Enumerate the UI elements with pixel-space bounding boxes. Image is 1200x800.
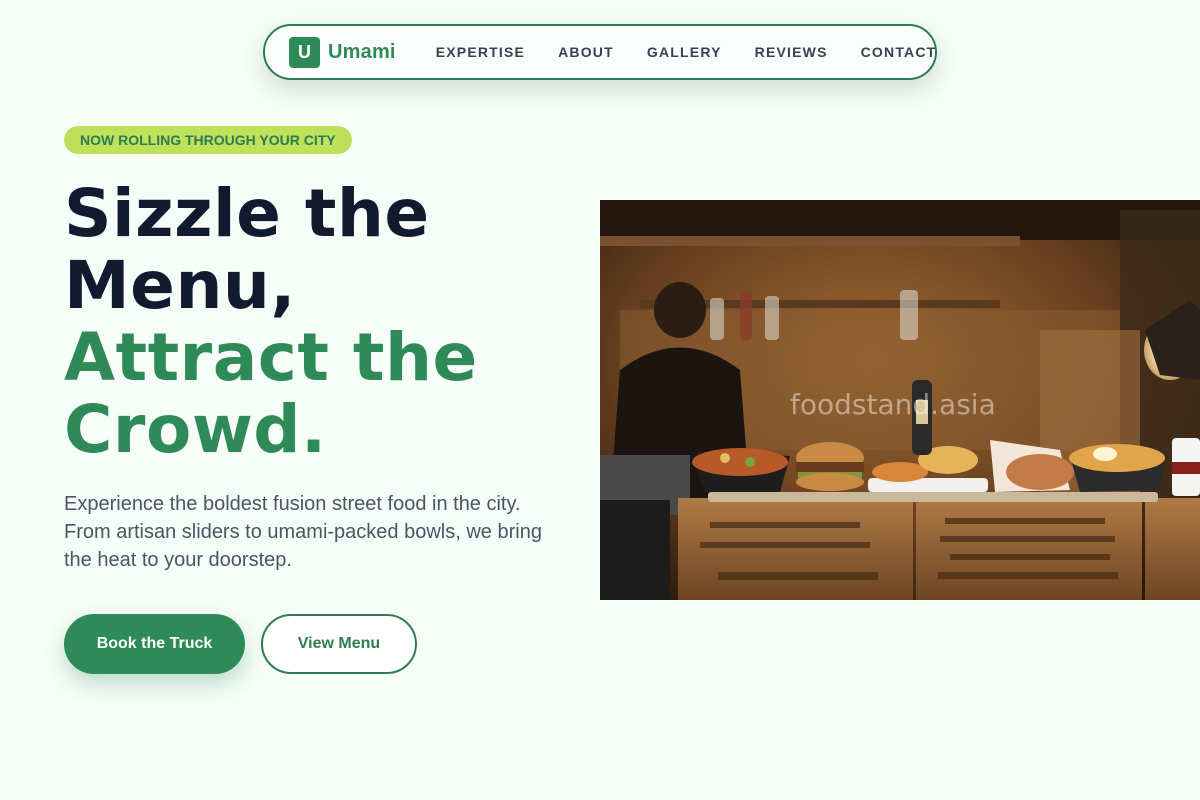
headline-line-2: Menu,	[64, 247, 296, 324]
hero-headline: Sizzle the Menu, Attract the Crowd.	[64, 178, 584, 466]
nav-link-reviews[interactable]: REVIEWS	[755, 44, 828, 60]
nav-link-expertise[interactable]: EXPERTISE	[436, 44, 525, 60]
landing-page: U Umami EXPERTISE ABOUT GALLERY REVIEWS …	[0, 0, 1200, 800]
hero-description: Experience the boldest fusion street foo…	[64, 493, 542, 571]
book-truck-button[interactable]: Book the Truck	[64, 614, 245, 674]
hero-badge: NOW ROLLING THROUGH YOUR CITY	[64, 126, 352, 154]
headline-line-1: Sizzle the	[64, 175, 430, 252]
brand-mark-icon: U	[289, 36, 320, 68]
top-navbar: U Umami EXPERTISE ABOUT GALLERY REVIEWS …	[263, 24, 937, 80]
view-menu-button[interactable]: View Menu	[261, 614, 417, 674]
nav-links: EXPERTISE ABOUT GALLERY REVIEWS CONTACT	[436, 44, 937, 60]
nav-link-contact[interactable]: CONTACT	[861, 44, 937, 60]
headline-line-4: Crowd.	[64, 391, 327, 468]
image-watermark: foodstand.asia	[790, 388, 996, 421]
nav-link-gallery[interactable]: GALLERY	[647, 44, 722, 60]
nav-link-about[interactable]: ABOUT	[558, 44, 614, 60]
hero-food-photo: foodstand.asia	[600, 200, 1200, 600]
brand-logo[interactable]: U Umami	[289, 36, 396, 68]
headline-line-3: Attract the	[64, 319, 478, 396]
brand-name: Umami	[328, 40, 396, 63]
